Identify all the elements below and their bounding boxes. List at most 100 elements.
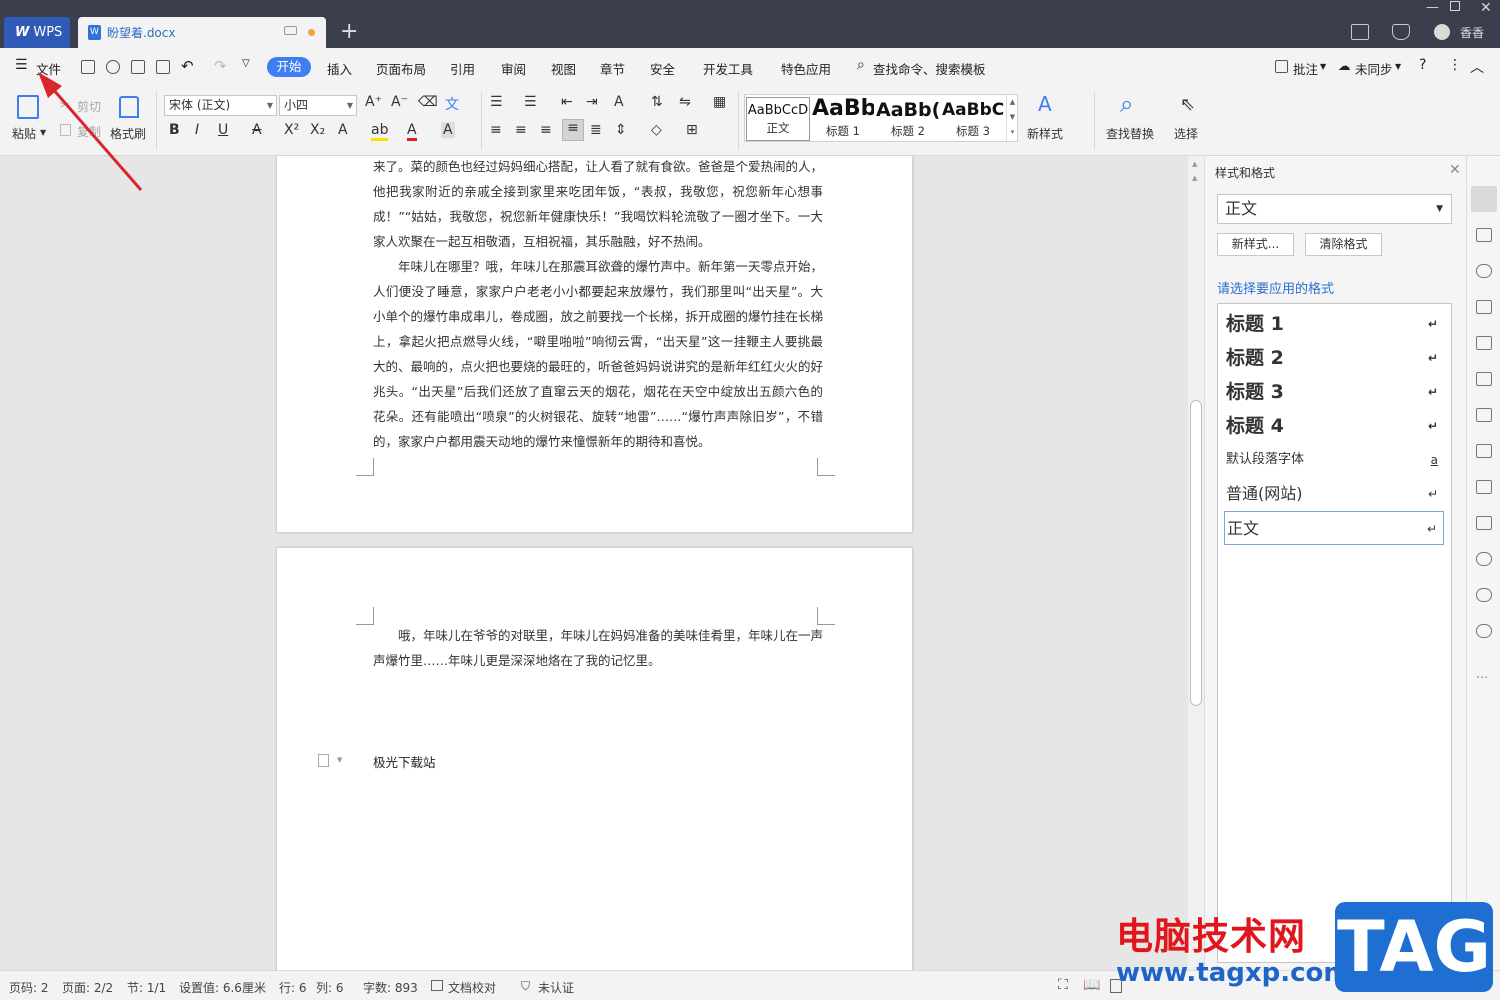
- window-switch-icon[interactable]: [1351, 24, 1369, 40]
- distribute-icon[interactable]: ≣: [590, 122, 602, 138]
- footer-text[interactable]: 极光下载站: [373, 752, 436, 771]
- minimize-button[interactable]: —: [1426, 0, 1439, 15]
- strikethrough-icon[interactable]: A: [252, 122, 262, 138]
- customize-quick-access-icon[interactable]: ▽: [242, 58, 250, 69]
- font-color-icon[interactable]: A: [407, 122, 417, 141]
- new-tab-button[interactable]: +: [340, 20, 358, 44]
- style-pen-icon[interactable]: [1471, 186, 1497, 212]
- phonetic-guide-icon[interactable]: 文: [445, 94, 459, 114]
- comment-icon[interactable]: [1275, 60, 1288, 73]
- collapse-ribbon-icon[interactable]: ︿: [1470, 57, 1484, 77]
- more-icon[interactable]: ···: [1476, 671, 1488, 686]
- underline-icon[interactable]: U: [218, 122, 228, 138]
- chevron-down-icon[interactable]: ▼: [40, 128, 46, 137]
- line-spacing-icon[interactable]: ⇕: [615, 122, 627, 138]
- grow-font-icon[interactable]: A⁺: [365, 94, 382, 110]
- page-number[interactable]: 页码: 2: [9, 979, 49, 996]
- row-info[interactable]: 行: 6: [279, 979, 307, 996]
- word-count[interactable]: 字数: 893: [363, 979, 418, 996]
- archive-icon[interactable]: [1476, 480, 1492, 494]
- shrink-font-icon[interactable]: A⁻: [391, 94, 408, 110]
- tab-insert[interactable]: 插入: [327, 59, 352, 78]
- document-page[interactable]: 来了。菜的颜色也经过妈妈细心搭配，让人看了就有食欲。爸爸是个爱热闹的人，他把我家…: [277, 156, 912, 532]
- copy-button[interactable]: 复制: [77, 123, 101, 140]
- style-heading-1[interactable]: AaBb 标题 1: [812, 97, 874, 141]
- document-icon[interactable]: [1476, 408, 1492, 422]
- sync-status[interactable]: 未同步: [1355, 59, 1393, 78]
- tab-security[interactable]: 安全: [650, 59, 675, 78]
- chevron-down-icon[interactable]: ▼: [337, 756, 342, 764]
- bullet-list-icon[interactable]: ☰: [490, 94, 503, 110]
- print-preview-icon[interactable]: [156, 60, 170, 74]
- document-page[interactable]: 哦，年味儿在爷爷的对联里，年味儿在妈妈准备的美味佳肴里，年味儿在一声声爆竹里………: [277, 548, 912, 970]
- style-item-normal-web[interactable]: 普通(网站) ↵: [1224, 477, 1444, 511]
- char-shading-icon[interactable]: A: [441, 122, 455, 138]
- adjust-icon[interactable]: [1476, 372, 1492, 386]
- close-icon[interactable]: ✕: [1449, 162, 1461, 178]
- scrollbar-thumb[interactable]: [1190, 400, 1202, 706]
- certification-status[interactable]: 未认证: [538, 979, 574, 996]
- close-window-button[interactable]: ✕: [1480, 0, 1492, 16]
- position-setting[interactable]: 设置值: 6.6厘米: [179, 979, 266, 996]
- align-center-icon[interactable]: ≡: [515, 122, 527, 138]
- new-style-button[interactable]: 新样式...: [1217, 233, 1294, 256]
- document-tab[interactable]: W 盼望着.docx: [78, 17, 326, 48]
- image-icon[interactable]: [1476, 516, 1492, 530]
- style-item-heading-4[interactable]: 标题 4 ↵: [1224, 409, 1444, 443]
- body-text[interactable]: 哦，年味儿在爷爷的对联里，年味儿在妈妈准备的美味佳肴里，年味儿在一声声爆竹里………: [373, 623, 823, 673]
- subscript-icon[interactable]: X₂: [310, 122, 325, 138]
- paste-button[interactable]: 粘贴: [12, 125, 36, 142]
- style-heading-3[interactable]: AaBbC( 标题 3: [942, 97, 1004, 141]
- sort-icon[interactable]: ⇅: [651, 94, 663, 110]
- tab-references[interactable]: 引用: [450, 59, 475, 78]
- user-name[interactable]: 香香: [1460, 24, 1484, 41]
- undo-icon[interactable]: ↶: [181, 57, 194, 75]
- command-search[interactable]: 查找命令、搜索模板: [873, 59, 986, 78]
- style-heading-2[interactable]: AaBb( 标题 2: [876, 97, 940, 141]
- redo-icon[interactable]: ↷: [214, 57, 227, 75]
- eraser-icon[interactable]: ⌫: [418, 94, 438, 110]
- clear-format-button[interactable]: 清除格式: [1305, 233, 1382, 256]
- tab-special-apps[interactable]: 特色应用: [781, 59, 831, 78]
- comment-menu[interactable]: 批注: [1293, 59, 1318, 78]
- tab-chapter[interactable]: 章节: [600, 59, 625, 78]
- current-style-select[interactable]: 正文 ▼: [1217, 194, 1452, 224]
- scissors-icon[interactable]: ✂: [60, 98, 70, 112]
- print-icon[interactable]: [131, 60, 145, 74]
- chevron-down-icon[interactable]: ▼: [1395, 62, 1401, 71]
- style-item-heading-1[interactable]: 标题 1 ↵: [1224, 307, 1444, 341]
- tab-page-layout[interactable]: 页面布局: [376, 59, 426, 78]
- find-replace-icon[interactable]: ⌕: [1120, 90, 1133, 118]
- skin-icon[interactable]: [1392, 24, 1410, 40]
- numbered-list-icon[interactable]: ☰: [524, 94, 537, 110]
- table-icon[interactable]: [1476, 336, 1492, 350]
- shading-icon[interactable]: ◇: [651, 122, 662, 138]
- copy-icon[interactable]: [60, 124, 71, 136]
- document-canvas[interactable]: 来了。菜的颜色也经过妈妈细心搭配，让人看了就有食欲。爸爸是个爱热闹的人，他把我家…: [0, 156, 1188, 970]
- style-item-heading-2[interactable]: 标题 2 ↵: [1224, 341, 1444, 375]
- scroll-top-icon[interactable]: ▲: [1192, 174, 1197, 182]
- format-painter-icon[interactable]: [119, 96, 139, 118]
- hamburger-icon[interactable]: ☰: [15, 57, 28, 73]
- font-name-select[interactable]: 宋体 (正文) ▼: [164, 95, 277, 116]
- new-style-icon[interactable]: A: [1038, 92, 1052, 116]
- bold-icon[interactable]: B: [169, 122, 180, 138]
- select-button[interactable]: 选择: [1174, 125, 1198, 142]
- line-break-icon[interactable]: ⇋: [679, 94, 691, 110]
- select-cursor-icon[interactable]: [1476, 228, 1492, 242]
- save-icon[interactable]: [81, 60, 95, 74]
- chevron-down-icon[interactable]: ▼: [1320, 62, 1326, 71]
- justify-icon[interactable]: ≡: [562, 119, 584, 141]
- format-painter-button[interactable]: 格式刷: [110, 125, 146, 142]
- border-icon[interactable]: ⊞: [686, 122, 698, 138]
- superscript-icon[interactable]: X²: [284, 122, 299, 138]
- styles-panel-title[interactable]: 样式和格式: [1215, 164, 1275, 181]
- history-icon[interactable]: [1476, 588, 1492, 602]
- translate-icon[interactable]: [1476, 444, 1492, 458]
- style-item-default-font[interactable]: 默认段落字体 a: [1224, 443, 1444, 477]
- page-count[interactable]: 页面: 2/2: [62, 979, 113, 996]
- search-icon[interactable]: ⌕: [857, 57, 865, 73]
- change-case-icon[interactable]: A: [614, 94, 624, 110]
- decrease-indent-icon[interactable]: ⇤: [561, 94, 573, 110]
- column-info[interactable]: 列: 6: [316, 979, 344, 996]
